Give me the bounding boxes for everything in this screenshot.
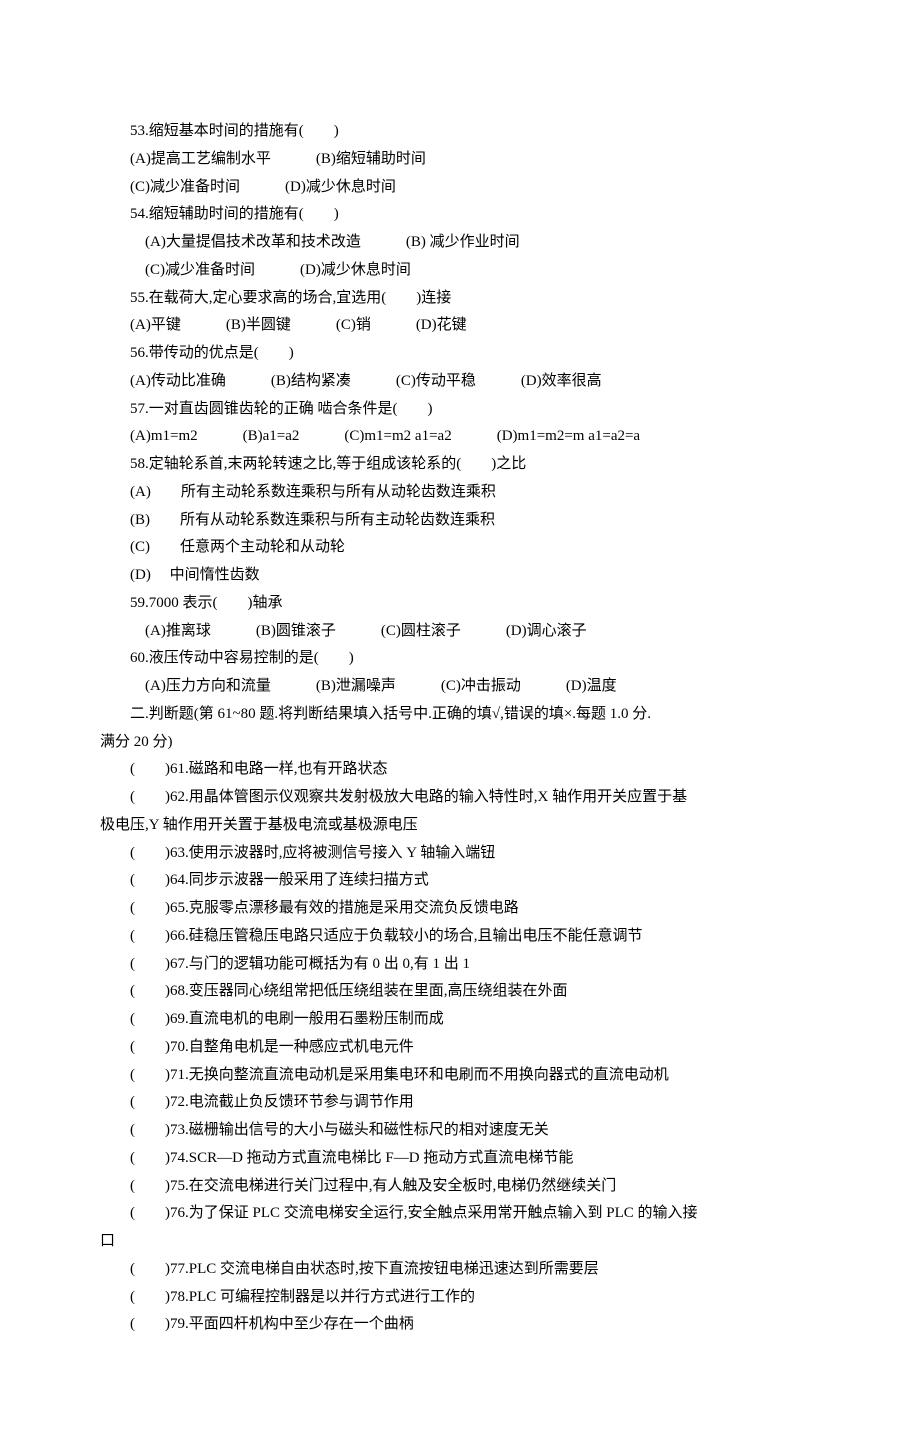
judge-69: ( )69.直流电机的电刷一般用石墨粉压制而成 [100, 1006, 820, 1034]
judge-74: ( )74.SCR—D 拖动方式直流电梯比 F—D 拖动方式直流电梯节能 [100, 1145, 820, 1173]
judge-75: ( )75.在交流电梯进行关门过程中,有人触及安全板时,电梯仍然继续关门 [100, 1173, 820, 1201]
judge-72: ( )72.电流截止负反馈环节参与调节作用 [100, 1089, 820, 1117]
question-58-option-b: (B) 所有从动轮系数连乘积与所有主动轮齿数连乘积 [100, 507, 820, 535]
judge-67: ( )67.与门的逻辑功能可概括为有 0 出 0,有 1 出 1 [100, 951, 820, 979]
question-53: 53.缩短基本时间的措施有( ) [100, 118, 820, 146]
question-60-options: (A)压力方向和流量 (B)泄漏噪声 (C)冲击振动 (D)温度 [100, 673, 820, 701]
question-59: 59.7000 表示( )轴承 [100, 590, 820, 618]
question-54: 54.缩短辅助时间的措施有( ) [100, 201, 820, 229]
question-55: 55.在载荷大,定心要求高的场合,宜选用( )连接 [100, 285, 820, 313]
judge-62-line2: 极电压,Y 轴作用开关置于基极电流或基极源电压 [100, 812, 820, 840]
question-58-option-c: (C) 任意两个主动轮和从动轮 [100, 534, 820, 562]
judge-64: ( )64.同步示波器一般采用了连续扫描方式 [100, 867, 820, 895]
judge-66: ( )66.硅稳压管稳压电路只适应于负载较小的场合,且输出电压不能任意调节 [100, 923, 820, 951]
question-58: 58.定轴轮系首,末两轮转速之比,等于组成该轮系的( )之比 [100, 451, 820, 479]
question-60: 60.液压传动中容易控制的是( ) [100, 645, 820, 673]
question-59-options: (A)推离球 (B)圆锥滚子 (C)圆柱滚子 (D)调心滚子 [100, 618, 820, 646]
question-55-options: (A)平键 (B)半圆键 (C)销 (D)花键 [100, 312, 820, 340]
question-58-option-d: (D) 中间惰性齿数 [100, 562, 820, 590]
judge-76-line1: ( )76.为了保证 PLC 交流电梯安全运行,安全触点采用常开触点输入到 PL… [100, 1200, 820, 1228]
question-54-options-ab: (A)大量提倡技术改革和技术改造 (B) 减少作业时间 [100, 229, 820, 257]
section-2-header: 二.判断题(第 61~80 题.将判断结果填入括号中.正确的填√,错误的填×.每… [100, 701, 820, 729]
question-56: 56.带传动的优点是( ) [100, 340, 820, 368]
question-53-options-cd: (C)减少准备时间 (D)减少休息时间 [100, 174, 820, 202]
judge-71: ( )71.无换向整流直流电动机是采用集电环和电刷而不用换向器式的直流电动机 [100, 1062, 820, 1090]
judge-78: ( )78.PLC 可编程控制器是以并行方式进行工作的 [100, 1284, 820, 1312]
judge-77: ( )77.PLC 交流电梯自由状态时,按下直流按钮电梯迅速达到所需要层 [100, 1256, 820, 1284]
judge-76-line2: 口 [100, 1228, 820, 1256]
judge-70: ( )70.自整角电机是一种感应式机电元件 [100, 1034, 820, 1062]
question-57-options: (A)m1=m2 (B)a1=a2 (C)m1=m2 a1=a2 (D)m1=m… [100, 423, 820, 451]
judge-79: ( )79.平面四杆机构中至少存在一个曲柄 [100, 1311, 820, 1339]
question-53-options-ab: (A)提高工艺编制水平 (B)缩短辅助时间 [100, 146, 820, 174]
judge-68: ( )68.变压器同心绕组常把低压绕组装在里面,高压绕组装在外面 [100, 978, 820, 1006]
section-2-header-cont: 满分 20 分) [100, 729, 820, 757]
judge-63: ( )63.使用示波器时,应将被测信号接入 Y 轴输入端钮 [100, 840, 820, 868]
question-56-options: (A)传动比准确 (B)结构紧凑 (C)传动平稳 (D)效率很高 [100, 368, 820, 396]
judge-73: ( )73.磁栅输出信号的大小与磁头和磁性标尺的相对速度无关 [100, 1117, 820, 1145]
judge-65: ( )65.克服零点漂移最有效的措施是采用交流负反馈电路 [100, 895, 820, 923]
judge-62-line1: ( )62.用晶体管图示仪观察共发射极放大电路的输入特性时,X 轴作用开关应置于… [100, 784, 820, 812]
question-58-option-a: (A) 所有主动轮系数连乘积与所有从动轮齿数连乘积 [100, 479, 820, 507]
question-54-options-cd: (C)减少准备时间 (D)减少休息时间 [100, 257, 820, 285]
judge-61: ( )61.磁路和电路一样,也有开路状态 [100, 756, 820, 784]
question-57: 57.一对直齿圆锥齿轮的正确 啮合条件是( ) [100, 396, 820, 424]
